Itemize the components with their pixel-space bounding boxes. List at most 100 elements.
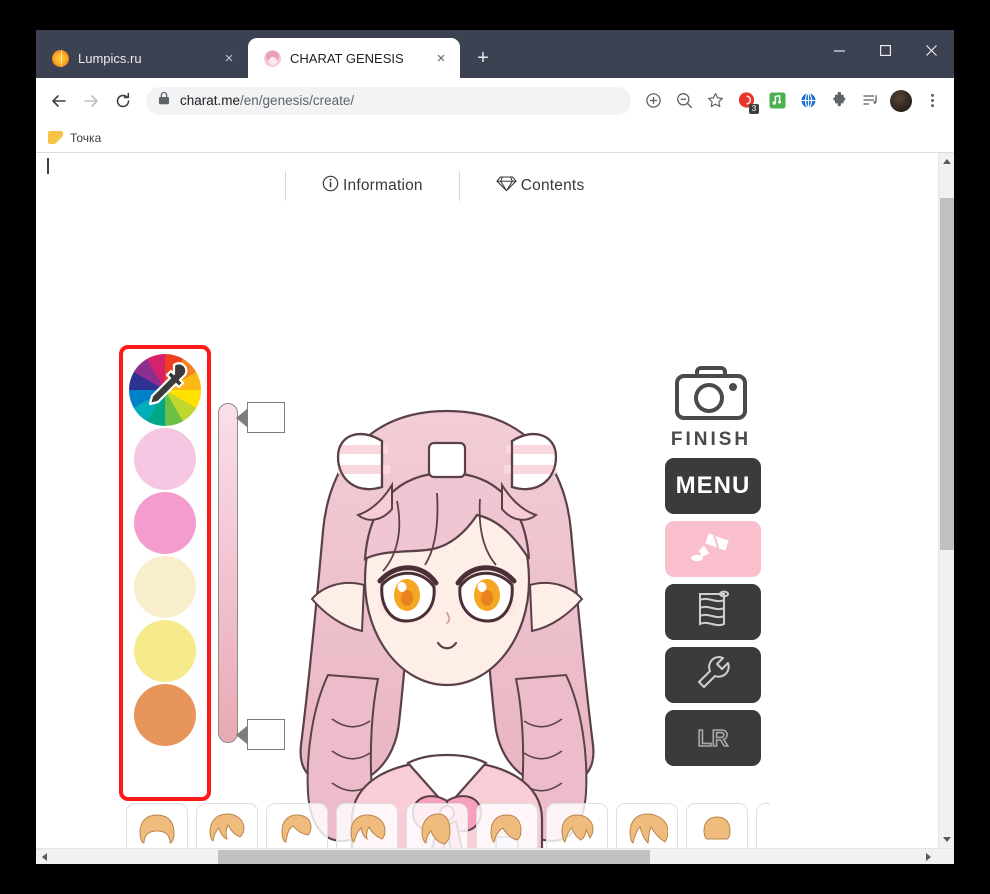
text-caret (47, 158, 49, 174)
side-toolbar: FINISH MENU (665, 358, 775, 773)
menu-label: MENU (676, 472, 751, 500)
bookmarks-bar: Точка (36, 123, 954, 153)
nav-label: Information (343, 177, 423, 195)
tab-charat-genesis[interactable]: CHARAT GENESIS × (248, 38, 460, 78)
hair-thumb-icon (696, 813, 738, 848)
hairstyle-thumbnail-grid: 31 0033 0035 0037 0039 0041 0043 0045 00… (122, 801, 770, 848)
swatch-orange[interactable] (134, 684, 196, 746)
thumbnail-item[interactable]: 0047 (686, 803, 748, 848)
screenshot-root: Lumpics.ru × CHARAT GENESIS × + (0, 0, 990, 894)
gradient-marker-bottom[interactable] (236, 718, 285, 751)
extensions-puzzle-icon[interactable] (825, 87, 853, 115)
close-icon[interactable]: × (218, 47, 240, 69)
forward-arrow-icon[interactable] (76, 86, 106, 116)
camera-icon (675, 366, 747, 427)
extension-globe-icon[interactable] (794, 87, 822, 115)
vertical-scrollbar[interactable] (938, 153, 954, 848)
thumbnail-item[interactable]: 31 (126, 803, 188, 848)
orange-slice-icon (52, 50, 69, 67)
scroll-up-button[interactable] (939, 153, 954, 170)
tab-title: CHARAT GENESIS (290, 51, 421, 66)
top-navigation: Information Contents (285, 168, 620, 204)
media-playlist-icon[interactable] (856, 87, 884, 115)
hair-thumb-icon (486, 813, 528, 848)
hair-thumb-icon (626, 813, 668, 848)
swatch-light-pink[interactable] (134, 428, 196, 490)
wrench-icon (694, 654, 732, 697)
thumbnail-item[interactable]: 0043 (546, 803, 608, 848)
window-controls (816, 30, 954, 70)
back-arrow-icon[interactable] (44, 86, 74, 116)
hair-thumb-icon (206, 813, 248, 848)
finish-button[interactable]: FINISH (665, 358, 757, 458)
flip-lr-button[interactable]: LR (665, 710, 761, 766)
color-palette-annotation (119, 345, 211, 801)
thumbnail-item[interactable]: 0045 (616, 803, 678, 848)
zoom-in-icon[interactable] (639, 87, 667, 115)
folder-icon (48, 131, 63, 144)
thumbnail-item[interactable]: 004 (756, 803, 770, 848)
bookmark-star-icon[interactable] (701, 87, 729, 115)
tab-lumpics[interactable]: Lumpics.ru × (36, 38, 248, 78)
extension-adblock-icon[interactable]: 3 (732, 87, 760, 115)
close-icon[interactable] (908, 30, 954, 70)
nav-label: Contents (521, 177, 585, 195)
maximize-icon[interactable] (862, 30, 908, 70)
info-circle-icon (322, 175, 339, 197)
shade-gradient-slider[interactable] (218, 403, 238, 743)
marker-swatch (247, 402, 285, 433)
charat-avatar-icon (264, 50, 281, 67)
tab-title: Lumpics.ru (78, 51, 209, 66)
color-wheel-eyedropper-icon[interactable] (129, 354, 201, 426)
thumbnail-item[interactable]: 0039 (406, 803, 468, 848)
swatch-yellow[interactable] (134, 620, 196, 682)
nav-information[interactable]: Information (286, 175, 459, 197)
new-tab-button[interactable]: + (468, 43, 498, 73)
hair-thumb-icon (276, 813, 318, 848)
scroll-left-button[interactable] (36, 849, 53, 864)
minimize-icon[interactable] (816, 30, 862, 70)
horizontal-scroll-thumb[interactable] (218, 850, 650, 864)
menu-button[interactable]: MENU (665, 458, 761, 514)
extension-badge-count: 3 (749, 104, 759, 114)
hair-thumb-icon (136, 813, 178, 848)
reload-icon[interactable] (108, 86, 138, 116)
zoom-out-icon[interactable] (670, 87, 698, 115)
thumbnail-item[interactable]: 0033 (196, 803, 258, 848)
paint-tube-icon (690, 528, 736, 571)
settings-button[interactable] (665, 647, 761, 703)
url-text: charat.me/en/genesis/create/ (180, 93, 354, 108)
page-viewport: Information Contents (36, 153, 954, 864)
extension-music-icon[interactable] (763, 87, 791, 115)
bookmark-item-tochka[interactable]: Точка (70, 131, 101, 145)
thumbnail-item[interactable]: 0041 (476, 803, 538, 848)
browser-toolbar: charat.me/en/genesis/create/ 3 (36, 78, 954, 123)
gradient-marker-top[interactable] (236, 401, 285, 434)
hair-thumb-icon (556, 813, 598, 848)
fabric-roll-icon (694, 590, 732, 635)
scroll-down-button[interactable] (939, 831, 954, 848)
hair-thumb-icon (766, 813, 770, 848)
thumbnail-item[interactable]: 0037 (336, 803, 398, 848)
profile-avatar[interactable] (887, 87, 915, 115)
vertical-scroll-thumb[interactable] (940, 198, 954, 550)
texture-button[interactable] (665, 584, 761, 640)
arrow-left-icon (236, 409, 247, 427)
diamond-icon (496, 175, 517, 197)
thumbnail-item[interactable]: 0035 (266, 803, 328, 848)
address-bar[interactable]: charat.me/en/genesis/create/ (146, 87, 631, 115)
charat-genesis-app: Information Contents (36, 153, 938, 848)
horizontal-scrollbar[interactable] (36, 848, 954, 864)
color-palette (123, 349, 207, 797)
close-icon[interactable]: × (430, 47, 452, 69)
nav-contents[interactable]: Contents (460, 175, 621, 197)
character-preview (232, 389, 662, 848)
browser-window: Lumpics.ru × CHARAT GENESIS × + (36, 30, 954, 864)
scroll-right-button[interactable] (920, 849, 937, 864)
swatch-cream[interactable] (134, 556, 196, 618)
lr-label: LR (698, 725, 729, 752)
color-paint-button[interactable] (665, 521, 761, 577)
swatch-pink[interactable] (134, 492, 196, 554)
toolbar-icons: 3 (639, 87, 946, 115)
chrome-menu-icon[interactable] (918, 87, 946, 115)
